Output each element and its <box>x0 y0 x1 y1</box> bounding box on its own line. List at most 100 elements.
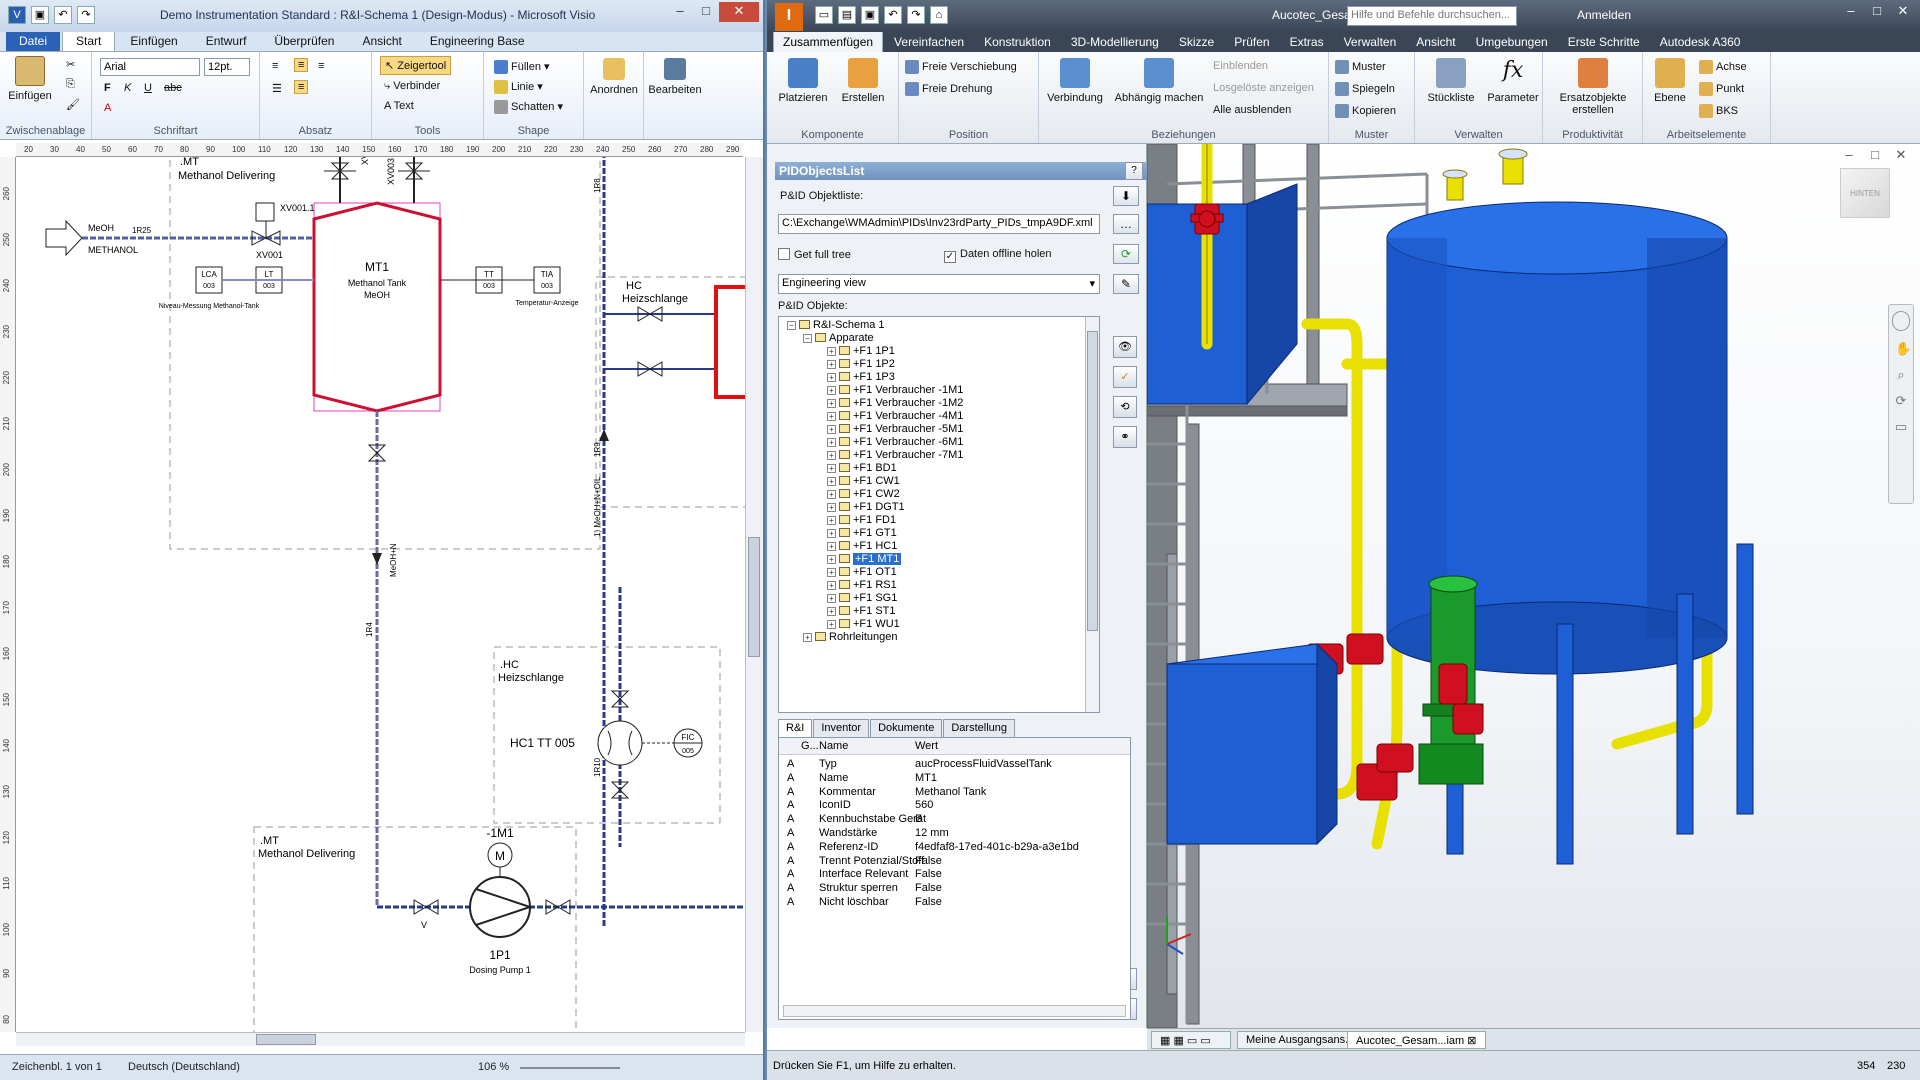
tree-item[interactable]: + +F1 BD1 <box>827 462 897 474</box>
expand-icon[interactable]: + <box>827 477 836 486</box>
link-icon[interactable]: ⚭ <box>1113 426 1137 448</box>
tree-item[interactable]: + +F1 1P2 <box>827 358 895 370</box>
tab-darstellung[interactable]: Darstellung <box>943 719 1015 737</box>
viewcube[interactable]: HINTEN <box>1840 168 1890 218</box>
strike-button[interactable]: abc <box>164 82 182 94</box>
tab-start[interactable]: Start <box>62 30 116 51</box>
redo-icon[interactable]: ↷ <box>77 6 95 24</box>
hide-all-button[interactable]: Alle ausblenden <box>1213 104 1291 116</box>
edit-button[interactable]: Bearbeiten <box>646 58 704 96</box>
lookat-icon[interactable]: ▭ <box>1895 419 1907 435</box>
tab-inventor[interactable]: Inventor <box>813 719 870 737</box>
underline-button[interactable]: U <box>144 82 152 94</box>
cut-icon[interactable]: ✂ <box>66 58 75 71</box>
tree-item[interactable]: + +F1 GT1 <box>827 527 897 539</box>
browse-button[interactable]: … <box>1113 214 1139 234</box>
tab-entwurf[interactable]: Entwurf <box>193 31 260 51</box>
edit-icon[interactable]: ✎ <box>1113 274 1139 294</box>
help-search-input[interactable]: Hilfe und Befehle durchsuchen... <box>1347 6 1517 26</box>
tree-item[interactable]: + +F1 DGT1 <box>827 501 905 513</box>
tree-folder[interactable]: + Rohrleitungen <box>803 631 898 643</box>
expand-icon[interactable]: + <box>827 529 836 538</box>
show-sick-button[interactable]: Losgelöste anzeigen <box>1213 82 1314 94</box>
undo-icon[interactable]: ↶ <box>884 6 902 24</box>
undo-icon[interactable]: ↶ <box>54 6 72 24</box>
arrange-button[interactable]: Anordnen <box>588 58 640 96</box>
tab-zusammenfuegen[interactable]: Zusammenfügen <box>773 31 884 52</box>
expand-icon[interactable]: + <box>827 568 836 577</box>
refresh-icon[interactable]: ⟳ <box>1113 244 1139 264</box>
shadow-button[interactable]: Schatten ▾ <box>494 100 563 115</box>
check-icon[interactable]: ✓ <box>1113 366 1137 388</box>
line-button[interactable]: Linie ▾ <box>494 80 543 95</box>
expand-icon[interactable]: + <box>827 555 836 564</box>
tree-item[interactable]: + +F1 CW1 <box>827 475 900 487</box>
show-button[interactable]: Einblenden <box>1213 60 1268 72</box>
tree-item[interactable]: + +F1 OT1 <box>827 566 897 578</box>
expand-icon[interactable]: + <box>827 347 836 356</box>
tab-engineering-base[interactable]: Engineering Base <box>417 31 538 51</box>
view-select[interactable]: Engineering view ▾ <box>778 274 1100 294</box>
place-button[interactable]: Platzieren <box>775 58 831 104</box>
hscroll-thumb[interactable] <box>256 1034 316 1045</box>
bom-button[interactable]: Stückliste <box>1421 58 1481 104</box>
expand-icon[interactable]: + <box>827 490 836 499</box>
align-right-icon[interactable]: ≡ <box>318 60 324 72</box>
panel-help-icon[interactable]: ? <box>1125 162 1143 180</box>
tree-item[interactable]: + +F1 SG1 <box>827 592 897 604</box>
tab-vereinfachen[interactable]: Vereinfachen <box>885 32 973 52</box>
3d-viewport[interactable]: HINTEN – □ ✕ ✋ ⌕ ⟳ ▭ <box>1147 144 1920 1028</box>
close-button[interactable]: ✕ <box>719 2 759 22</box>
tree-item[interactable]: + +F1 MT1 <box>827 553 902 565</box>
justify-icon[interactable]: ≡ <box>294 80 309 94</box>
tab-konstruktion[interactable]: Konstruktion <box>975 32 1060 52</box>
inventor-logo[interactable]: I <box>775 3 803 31</box>
align-center-icon[interactable]: ≡ <box>294 58 309 72</box>
orbit-icon[interactable]: ⟳ <box>1895 393 1907 409</box>
expand-icon[interactable]: + <box>827 516 836 525</box>
joint-button[interactable]: Verbindung <box>1045 58 1105 104</box>
copy-icon[interactable]: ⎘ <box>66 78 75 91</box>
expand-icon[interactable]: + <box>827 373 836 382</box>
methanol-tank[interactable] <box>312 201 442 413</box>
point-button[interactable]: Punkt <box>1699 82 1744 96</box>
expand-icon[interactable]: + <box>827 425 836 434</box>
dosing-pump[interactable] <box>469 876 531 938</box>
tab-autodesk-a360[interactable]: Autodesk A360 <box>1651 32 1750 52</box>
expand-icon[interactable]: + <box>827 620 836 629</box>
tree-item[interactable]: + +F1 Verbraucher -4M1 <box>827 410 963 422</box>
login-link[interactable]: Anmelden <box>1577 8 1631 22</box>
align-left-icon[interactable]: ≡ <box>272 60 278 72</box>
bullets-icon[interactable]: ☰ <box>272 82 282 95</box>
open-icon[interactable]: ▤ <box>838 6 856 24</box>
expand-icon[interactable]: + <box>827 360 836 369</box>
download-icon[interactable]: ⬇ <box>1113 186 1139 206</box>
heat-exchanger[interactable] <box>597 720 643 766</box>
expand-icon[interactable]: + <box>827 464 836 473</box>
view-minimize-icon[interactable]: – <box>1836 146 1862 166</box>
tab-3d-modellierung[interactable]: 3D-Modellierung <box>1062 32 1168 52</box>
fill-button[interactable]: Füllen ▾ <box>494 60 550 75</box>
font-size-select[interactable]: 12pt. <box>204 58 250 76</box>
free-move-button[interactable]: Freie Verschiebung <box>905 60 1017 74</box>
new-icon[interactable]: ▭ <box>815 6 833 24</box>
steering-wheel-icon[interactable] <box>1892 311 1910 331</box>
tree-item[interactable]: + +F1 Verbraucher -5M1 <box>827 423 963 435</box>
tree-folder[interactable]: − Apparate <box>803 332 874 344</box>
expand-icon[interactable]: + <box>803 633 812 642</box>
constrain-button[interactable]: Abhängig machen <box>1109 58 1209 104</box>
tab-erste-schritte[interactable]: Erste Schritte <box>1559 32 1649 52</box>
ucs-button[interactable]: BKS <box>1699 104 1738 118</box>
visio-app-icon[interactable]: V <box>8 6 26 24</box>
parameter-button[interactable]: fx Parameter <box>1485 58 1541 104</box>
tree-item[interactable]: + +F1 WU1 <box>827 618 900 630</box>
tree-item[interactable]: + +F1 RS1 <box>827 579 897 591</box>
tree-item[interactable]: + +F1 FD1 <box>827 514 896 526</box>
tab-ansicht[interactable]: Ansicht <box>1407 32 1464 52</box>
substitute-button[interactable]: Ersatzobjekte erstellen <box>1547 58 1639 116</box>
tree-item[interactable]: + +F1 1P1 <box>827 345 895 357</box>
drawing-canvas[interactable]: .MT Methanol Delivering HC Heizschlange … <box>16 157 745 1032</box>
save-icon[interactable]: ▣ <box>861 6 879 24</box>
tree-scroll-thumb[interactable] <box>1087 331 1098 631</box>
offline-checkbox[interactable]: ✓ Daten offline holen <box>944 248 1052 263</box>
